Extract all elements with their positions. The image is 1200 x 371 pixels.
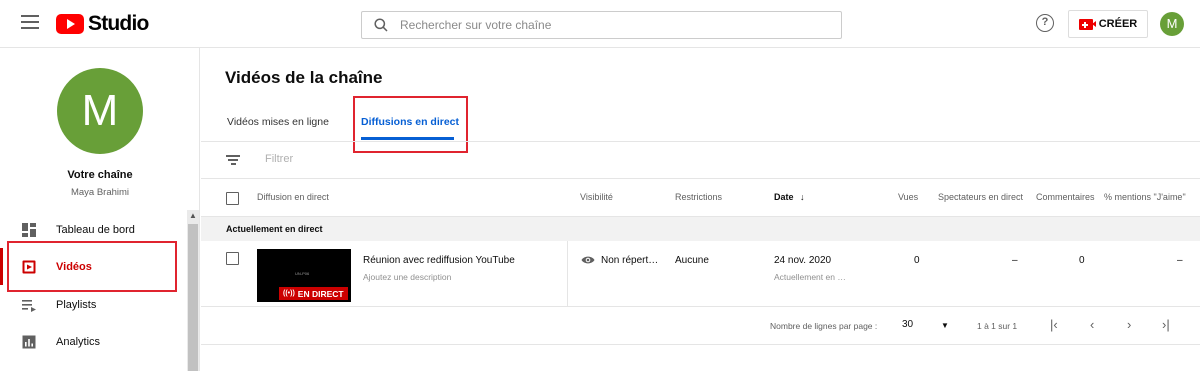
help-icon[interactable]: ? [1036, 14, 1054, 32]
account-avatar[interactable]: M [1160, 12, 1184, 36]
sidebar-item-label: Vidéos [56, 260, 92, 273]
top-bar: Studio ? CRÉER M [0, 0, 1200, 48]
visibility-value[interactable]: Non répert… [601, 255, 658, 266]
comments-value: 0 [1079, 255, 1085, 266]
sidebar-item-label: Analytics [56, 335, 101, 348]
sidebar-scroll-thumb[interactable] [188, 224, 198, 371]
column-header-diffusion: Diffusion en direct [257, 192, 329, 202]
channel-name: Maya Brahimi [70, 187, 130, 198]
eye-icon [581, 256, 595, 264]
filter-icon[interactable] [226, 155, 240, 165]
rows-per-page-value: 30 [902, 319, 914, 330]
live-viewers-value: – [1012, 255, 1018, 266]
youtube-play-icon [56, 14, 84, 34]
table-row[interactable]: UN-P06 ((•)) EN DIRECT Réunion avec redi… [201, 241, 1200, 307]
sidebar-item-analytics[interactable]: Analytics [0, 323, 186, 360]
dropdown-arrow-icon[interactable]: ▼ [941, 321, 949, 330]
row-checkbox[interactable] [226, 252, 239, 265]
pagination-range: 1 à 1 sur 1 [977, 321, 1018, 331]
create-button[interactable]: CRÉER [1068, 10, 1148, 38]
playlists-icon [22, 299, 36, 312]
sort-down-arrow-icon: ↓ [800, 192, 805, 202]
page-title: Vidéos de la chaîne [225, 68, 383, 87]
select-all-checkbox[interactable] [226, 192, 239, 205]
pagination-bar: Nombre de lignes par page : 30 ▼ 1 à 1 s… [201, 307, 1200, 345]
live-badge: ((•)) EN DIRECT [279, 287, 348, 300]
tab-uploaded-videos[interactable]: Vidéos mises en ligne [227, 116, 329, 128]
analytics-icon [22, 335, 36, 348]
rows-per-page-label: Nombre de lignes par page : [770, 321, 878, 331]
live-badge-label: EN DIRECT [297, 288, 344, 299]
search-input[interactable] [400, 18, 820, 32]
first-page-icon[interactable]: |‹ [1050, 318, 1058, 332]
sidebar-item-label: Playlists [56, 298, 97, 311]
scroll-up-arrow-icon[interactable]: ▲ [189, 211, 197, 220]
sidebar-item-videos[interactable]: Vidéos [0, 248, 186, 285]
sidebar: M Votre chaîne Maya Brahimi ▲ Tableau de… [0, 48, 200, 371]
column-header-date-label: Date [774, 192, 794, 202]
sidebar-item-playlists[interactable]: Playlists [0, 286, 186, 323]
column-header-likes[interactable]: % mentions "J'aime" [1104, 192, 1186, 202]
youtube-studio-logo[interactable]: Studio [56, 12, 149, 36]
video-title[interactable]: Réunion avec rediffusion YouTube [363, 255, 515, 266]
search-bar[interactable] [361, 11, 842, 39]
date-status: Actuellement en … [774, 272, 846, 282]
live-broadcast-icon: ((•)) [283, 290, 295, 297]
section-label: Actuellement en direct [226, 224, 323, 234]
create-video-icon [1078, 18, 1096, 30]
column-header-restrictions[interactable]: Restrictions [675, 192, 722, 202]
rows-per-page-select[interactable]: 30 [902, 319, 913, 330]
active-tab-indicator [361, 137, 454, 140]
video-description[interactable]: Ajoutez une description [363, 272, 451, 282]
tab-live-streams[interactable]: Diffusions en direct [361, 116, 459, 128]
filter-input[interactable] [265, 153, 565, 165]
thumbnail-caption: UN-P06 [295, 271, 310, 276]
table-header: Diffusion en direct Visibilité Restricti… [201, 179, 1200, 217]
sidebar-item-label: Tableau de bord [56, 223, 135, 236]
last-page-icon[interactable]: ›| [1162, 318, 1170, 332]
sidebar-item-dashboard[interactable]: Tableau de bord [0, 211, 186, 248]
column-header-views[interactable]: Vues [898, 192, 918, 202]
search-icon [374, 18, 388, 32]
previous-page-icon[interactable]: ‹ [1090, 318, 1094, 332]
views-value: 0 [914, 255, 920, 266]
column-header-comments[interactable]: Commentaires [1036, 192, 1095, 202]
column-header-visibility[interactable]: Visibilité [580, 192, 613, 202]
column-divider [567, 241, 568, 307]
channel-title: Votre chaîne [67, 169, 133, 181]
next-page-icon[interactable]: › [1127, 318, 1131, 332]
restrictions-value: Aucune [675, 255, 709, 266]
videos-icon [22, 260, 36, 273]
likes-value: – [1177, 255, 1183, 266]
video-thumbnail[interactable]: UN-P06 ((•)) EN DIRECT [257, 249, 351, 302]
column-header-live-viewers[interactable]: Spectateurs en direct [938, 192, 1023, 202]
hamburger-menu-icon[interactable] [21, 15, 39, 29]
dashboard-icon [22, 222, 36, 237]
date-value: 24 nov. 2020 [774, 255, 832, 266]
create-button-label: CRÉER [1098, 18, 1138, 30]
logo-text: Studio [88, 12, 149, 35]
section-header-live-now: Actuellement en direct [201, 217, 1200, 241]
column-header-date[interactable]: Date ↓ [774, 192, 805, 202]
channel-avatar[interactable]: M [57, 68, 143, 154]
filter-bar [201, 142, 1200, 179]
